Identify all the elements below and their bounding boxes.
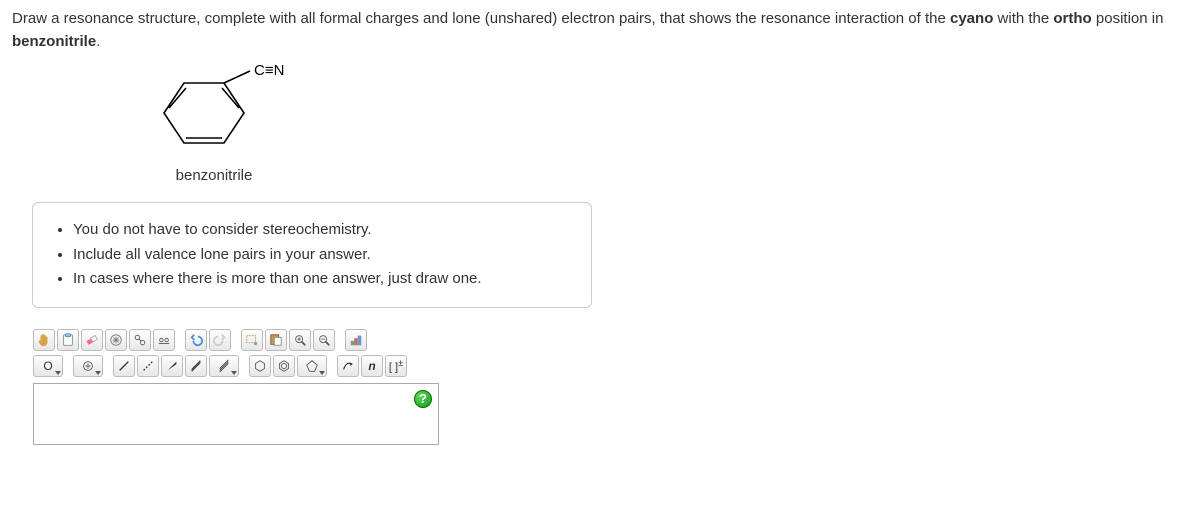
dashed-bond-tool[interactable] bbox=[137, 355, 159, 377]
bracket-tool[interactable]: [ ]± bbox=[385, 355, 407, 377]
wedge-bond-tool[interactable] bbox=[161, 355, 183, 377]
triple-bond-tool[interactable] bbox=[209, 355, 239, 377]
molecule-figure: C≡N benzonitrile bbox=[104, 63, 324, 184]
add-atom-button[interactable] bbox=[73, 355, 103, 377]
question-prompt: Draw a resonance structure, complete wit… bbox=[12, 8, 1188, 53]
drawing-canvas[interactable]: ? bbox=[33, 383, 439, 445]
undo-button[interactable] bbox=[185, 329, 207, 351]
zoom-in-button[interactable] bbox=[289, 329, 311, 351]
q-ortho: ortho bbox=[1053, 10, 1091, 27]
hint-item: You do not have to consider stereochemis… bbox=[73, 219, 573, 242]
q-benzonitrile: benzonitrile bbox=[12, 33, 96, 50]
zoom-out-button[interactable] bbox=[313, 329, 335, 351]
link-tool[interactable] bbox=[129, 329, 151, 351]
no-reaction-tool[interactable]: n bbox=[361, 355, 383, 377]
eraser-tool[interactable] bbox=[81, 329, 103, 351]
expand-tool[interactable] bbox=[105, 329, 127, 351]
hexagon-tool[interactable] bbox=[249, 355, 271, 377]
clipboard-tool[interactable] bbox=[57, 329, 79, 351]
toolbar-row-2: O n [ ]± bbox=[33, 353, 439, 379]
select-tool[interactable] bbox=[241, 329, 263, 351]
single-bond-tool[interactable] bbox=[113, 355, 135, 377]
molecule-name: benzonitrile bbox=[176, 167, 253, 184]
help-button[interactable]: ? bbox=[414, 390, 432, 408]
hand-tool[interactable] bbox=[33, 329, 55, 351]
structure-editor: O n [ ]± ? bbox=[32, 326, 440, 446]
paste-tool[interactable] bbox=[265, 329, 287, 351]
benzene-tool[interactable] bbox=[273, 355, 295, 377]
benzonitrile-structure: C≡N bbox=[114, 63, 314, 163]
hint-panel: You do not have to consider stereochemis… bbox=[32, 202, 592, 308]
q-post: . bbox=[96, 33, 100, 50]
curved-arrow-tool[interactable] bbox=[337, 355, 359, 377]
pentagon-tool[interactable] bbox=[297, 355, 327, 377]
q-cyano: cyano bbox=[950, 10, 993, 27]
preferences-button[interactable] bbox=[345, 329, 367, 351]
toolbar-row-1 bbox=[33, 327, 439, 353]
q-mid2: position in bbox=[1092, 10, 1164, 27]
hint-item: In cases where there is more than one an… bbox=[73, 268, 573, 291]
redo-button[interactable] bbox=[209, 329, 231, 351]
cn-label: C≡N bbox=[254, 63, 284, 79]
q-mid1: with the bbox=[993, 10, 1053, 27]
double-bond-tool[interactable] bbox=[185, 355, 207, 377]
atom-picker[interactable]: O bbox=[33, 355, 63, 377]
clean-tool[interactable] bbox=[153, 329, 175, 351]
q-pre: Draw a resonance structure, complete wit… bbox=[12, 10, 950, 27]
hint-item: Include all valence lone pairs in your a… bbox=[73, 244, 573, 267]
